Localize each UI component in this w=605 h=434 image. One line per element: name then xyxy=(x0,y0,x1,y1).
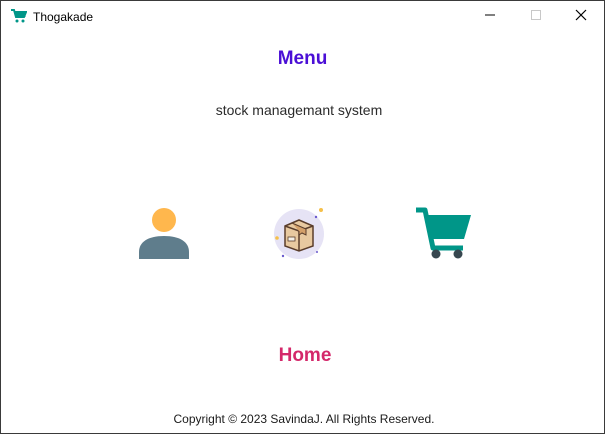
order-tile-button[interactable] xyxy=(413,206,473,266)
customer-tile-button[interactable] xyxy=(134,206,194,266)
system-subtitle: stock managemant system xyxy=(215,102,383,118)
menu-heading: Menu xyxy=(277,48,328,69)
app-window: Thogakade Menu stock managemant system H… xyxy=(0,0,605,434)
minimize-button[interactable] xyxy=(467,1,513,32)
item-box-icon xyxy=(269,204,329,269)
item-tile-button[interactable] xyxy=(269,206,329,266)
home-link[interactable]: Home xyxy=(1,345,604,367)
shopping-cart-icon xyxy=(11,9,28,23)
title-bar[interactable]: Thogakade xyxy=(1,1,604,32)
minimize-icon xyxy=(484,8,496,26)
close-button[interactable] xyxy=(558,1,604,32)
close-icon xyxy=(575,8,587,26)
order-cart-icon xyxy=(413,204,473,269)
window-title: Thogakade xyxy=(33,10,94,24)
copyright-footer: Copyright © 2023 SavindaJ. All Rights Re… xyxy=(173,412,435,426)
maximize-icon xyxy=(530,8,542,26)
customer-person-icon xyxy=(134,204,194,269)
maximize-button[interactable] xyxy=(513,1,559,32)
